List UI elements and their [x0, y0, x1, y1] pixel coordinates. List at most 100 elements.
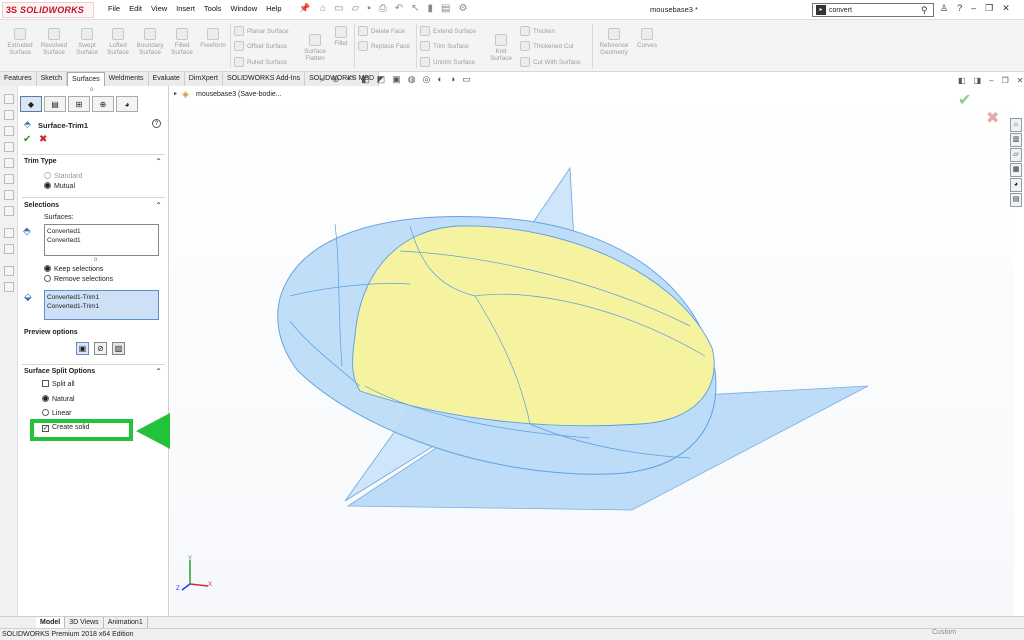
chevron-up-icon[interactable]: ⌃: [155, 201, 162, 210]
split-all-checkbox[interactable]: Split all: [42, 380, 75, 388]
fillet-button[interactable]: Fillet: [330, 26, 352, 47]
restore-icon[interactable]: ❐: [985, 3, 993, 14]
property-manager-tab-icon[interactable]: ▤: [44, 96, 66, 112]
close-icon[interactable]: ✕: [1002, 3, 1010, 14]
tab-dimxpert[interactable]: DimXpert: [184, 72, 223, 86]
confirm-ok-icon[interactable]: ✔: [958, 90, 971, 110]
mutual-radio[interactable]: Mutual: [44, 182, 75, 190]
viewport-split-icon[interactable]: ◨: [974, 76, 982, 85]
tab-model[interactable]: Model: [36, 617, 66, 628]
surface-flatten-button[interactable]: Surface Flatten: [300, 34, 330, 62]
confirm-cancel-icon[interactable]: ✖: [986, 108, 999, 128]
menu-help[interactable]: Help: [266, 4, 281, 13]
viewport-close-icon[interactable]: ✕: [1017, 76, 1024, 85]
appearances-icon[interactable]: ◕: [1010, 178, 1022, 192]
list-item[interactable]: Converted1: [47, 236, 156, 245]
custom-properties-icon[interactable]: ▤: [1010, 193, 1022, 207]
show-included-surfaces-icon[interactable]: ▣: [76, 342, 89, 355]
strip-tool-icon[interactable]: [4, 94, 14, 104]
list-item[interactable]: Converted1-Trim1: [47, 302, 156, 311]
menu-window[interactable]: Window: [230, 4, 257, 13]
units-selector[interactable]: Custom: [932, 629, 956, 636]
cancel-x-icon[interactable]: ✖: [39, 134, 47, 145]
swept-surface-button[interactable]: Swept Surface: [72, 28, 102, 56]
strip-tool-icon[interactable]: [4, 110, 14, 120]
undo-icon[interactable]: ↶: [395, 3, 403, 14]
viewport-expand-icon[interactable]: ◧: [958, 76, 966, 85]
display-style-icon[interactable]: ◍: [408, 74, 416, 85]
show-excluded-surfaces-icon[interactable]: ⊘: [94, 342, 107, 355]
zoom-area-icon[interactable]: ⊕: [332, 74, 340, 85]
new-document-icon[interactable]: ▭: [334, 3, 343, 14]
select-icon[interactable]: ↖: [411, 3, 419, 14]
feature-manager-tab-icon[interactable]: ◆: [20, 96, 42, 112]
offset-surface-button[interactable]: Offset Surface: [234, 41, 287, 51]
chevron-up-icon[interactable]: ⌃: [155, 157, 162, 166]
previous-view-icon[interactable]: ↶: [347, 74, 355, 85]
strip-tool-icon[interactable]: [4, 228, 14, 238]
chevron-up-icon[interactable]: ⌃: [155, 367, 162, 376]
ok-check-icon[interactable]: ✔: [23, 134, 31, 145]
home-icon[interactable]: ⌂: [320, 3, 326, 14]
graphics-area[interactable]: ▸ ◈ mousebase3 (Save-bodie... Y X Z ✔ ✖: [170, 86, 1014, 616]
list-item[interactable]: Converted1: [47, 227, 156, 236]
open-icon[interactable]: ▱: [352, 3, 360, 14]
file-explorer-icon[interactable]: ▱: [1010, 148, 1022, 162]
tab-features[interactable]: Features: [0, 72, 37, 86]
tab-animation1[interactable]: Animation1: [104, 617, 148, 628]
menu-edit[interactable]: Edit: [129, 4, 142, 13]
strip-tool-icon[interactable]: [4, 282, 14, 292]
viewport-restore-icon[interactable]: ❐: [1002, 76, 1009, 85]
boundary-surface-button[interactable]: Boundary Surface: [133, 28, 167, 56]
curves-button[interactable]: Curves: [634, 28, 660, 49]
menu-tools[interactable]: Tools: [204, 4, 222, 13]
design-library-icon[interactable]: ▥: [1010, 133, 1022, 147]
viewport-minimize-icon[interactable]: –: [989, 76, 993, 85]
hide-show-items-icon[interactable]: ◎: [423, 74, 431, 85]
tab-sketch[interactable]: Sketch: [36, 72, 68, 86]
freeform-button[interactable]: Freeform: [198, 28, 228, 49]
print-icon[interactable]: ⎙: [379, 3, 387, 14]
keep-selections-radio[interactable]: Keep selections: [44, 265, 103, 273]
thicken-button[interactable]: Thicken: [520, 26, 555, 36]
section-view-icon[interactable]: ◧: [361, 74, 370, 85]
menu-file[interactable]: File: [108, 4, 120, 13]
user-icon[interactable]: ♙: [940, 3, 948, 14]
natural-radio[interactable]: Natural: [42, 395, 75, 403]
show-both-surfaces-icon[interactable]: ▨: [112, 342, 125, 355]
strip-tool-icon[interactable]: [4, 158, 14, 168]
search-icon[interactable]: ⚲: [921, 5, 933, 16]
mouse-model-3d[interactable]: [170, 86, 1014, 616]
planar-surface-button[interactable]: Planar Surface: [234, 26, 289, 36]
edit-appearance-icon[interactable]: ◐: [437, 74, 442, 85]
help-icon[interactable]: ?: [152, 119, 161, 128]
standard-radio[interactable]: Standard: [44, 172, 82, 180]
save-icon[interactable]: ▪: [367, 3, 371, 14]
cut-with-surface-button[interactable]: Cut With Surface: [520, 57, 581, 67]
list-item[interactable]: Converted1-Trim1: [47, 293, 156, 302]
tree-item-part[interactable]: mousebase3 (Save-bodie...: [196, 91, 282, 98]
help-icon[interactable]: ?: [957, 3, 962, 14]
dimxpert-manager-tab-icon[interactable]: ⊕: [92, 96, 114, 112]
untrim-surface-button[interactable]: Untrim Surface: [420, 57, 475, 67]
thickened-cut-button[interactable]: Thickened Cut: [520, 41, 574, 51]
options-gear-icon[interactable]: ⚙: [459, 3, 468, 14]
trim-surface-button[interactable]: Trim Surface: [420, 41, 469, 51]
pieces-to-keep-listbox[interactable]: Converted1-Trim1 Converted1-Trim1: [44, 290, 159, 320]
revolved-surface-button[interactable]: Revolved Surface: [38, 28, 70, 56]
replace-face-button[interactable]: Replace Face: [358, 41, 410, 51]
remove-selections-radio[interactable]: Remove selections: [44, 275, 113, 283]
extend-surface-button[interactable]: Extend Surface: [420, 26, 476, 36]
strip-tool-icon[interactable]: [4, 244, 14, 254]
strip-tool-icon[interactable]: [4, 142, 14, 152]
splitter-handle-icon[interactable]: o: [90, 87, 93, 93]
surfaces-listbox[interactable]: Converted1 Converted1: [44, 224, 159, 256]
tab-weldments[interactable]: Weldments: [104, 72, 149, 86]
expand-arrow-icon[interactable]: ▸: [174, 90, 177, 97]
strip-tool-icon[interactable]: [4, 126, 14, 136]
solidworks-logo[interactable]: 3S SOLIDWORKS: [2, 2, 94, 18]
ruled-surface-button[interactable]: Ruled Surface: [234, 57, 287, 67]
delete-face-button[interactable]: Delete Face: [358, 26, 405, 36]
configuration-manager-tab-icon[interactable]: ⊞: [68, 96, 90, 112]
strip-tool-icon[interactable]: [4, 190, 14, 200]
